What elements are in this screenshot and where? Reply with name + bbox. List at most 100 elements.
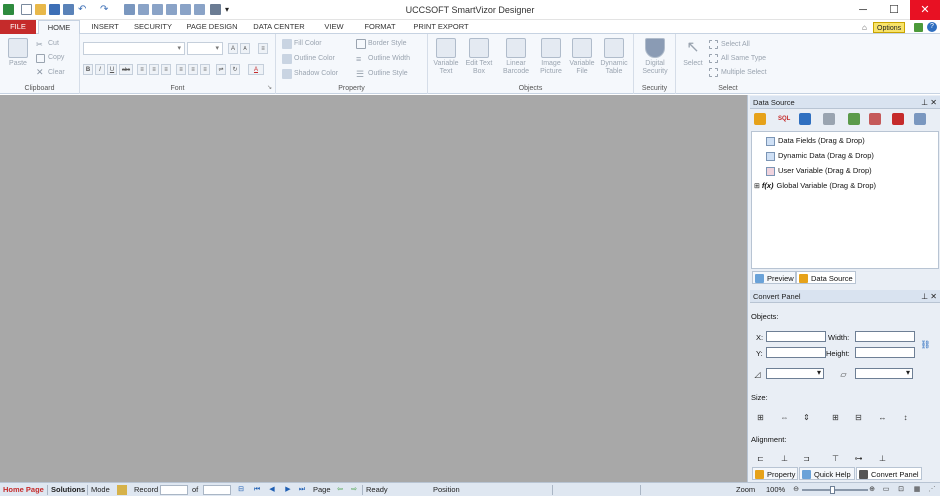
align-bottom-icon[interactable]: ⊥ — [877, 454, 888, 464]
tree-item-user-variable[interactable]: User Variable (Drag & Drop) — [766, 164, 872, 177]
zoom-value[interactable]: 100% — [766, 483, 785, 497]
font-family-select[interactable]: ▾ — [83, 42, 185, 55]
tab-quick-help[interactable]: Quick Help — [799, 467, 855, 480]
align-top-icon[interactable]: ≡ — [176, 64, 186, 75]
tab-security[interactable]: SECURITY — [130, 20, 176, 34]
align-middle-icon[interactable]: ≡ — [188, 64, 198, 75]
maximize-button[interactable]: ☐ — [879, 0, 909, 20]
grow-font-button[interactable]: A — [228, 43, 238, 54]
add-data-icon[interactable] — [848, 113, 860, 125]
align-left-icon[interactable]: ⊏ — [755, 454, 766, 464]
tab-data-source[interactable]: Data Source — [796, 271, 856, 284]
outline-width-button[interactable]: Outline Width — [368, 55, 410, 62]
digital-security-button[interactable]: Digital Security — [638, 38, 672, 76]
zoom-slider-track[interactable] — [802, 489, 868, 491]
mode-label[interactable]: Mode — [91, 483, 110, 497]
edit-mode-icon[interactable] — [117, 485, 127, 495]
shadow-color-button[interactable]: Shadow Color — [294, 70, 338, 77]
skew-select[interactable] — [855, 368, 913, 379]
align-right-icon[interactable]: ⊐ — [801, 454, 812, 464]
solutions-link[interactable]: Solutions — [51, 483, 85, 497]
height-input[interactable] — [855, 347, 915, 358]
same-width-icon[interactable]: ⇔ — [779, 413, 790, 423]
expand-icon[interactable]: ⊞ — [754, 183, 760, 190]
rotate-select[interactable] — [766, 368, 824, 379]
variable-file-button[interactable]: Variable File — [567, 38, 597, 76]
align-center-icon[interactable]: ⊥ — [779, 454, 790, 464]
link-icon[interactable] — [823, 113, 835, 125]
text-rotate-icon[interactable]: ↻ — [230, 64, 240, 75]
minimize-button[interactable]: ─ — [848, 0, 878, 20]
grow-size-icon[interactable]: ⊞ — [830, 413, 841, 423]
pin-close-icon[interactable]: ⊥ ✕ — [921, 96, 937, 109]
cut-button[interactable]: Cut — [48, 40, 59, 47]
same-size-icon[interactable]: ⊞ — [755, 413, 766, 423]
tab-print-export[interactable]: PRINT EXPORT — [410, 20, 472, 34]
database-icon[interactable] — [754, 113, 766, 125]
width-input[interactable] — [855, 331, 915, 342]
bold-button[interactable]: B — [83, 64, 93, 75]
zoom-slider-thumb[interactable] — [830, 486, 835, 494]
outline-style-button[interactable]: Outline Style — [368, 70, 408, 77]
help-icon[interactable]: ? — [927, 22, 937, 32]
tab-preview[interactable]: Preview — [752, 271, 796, 284]
tab-insert[interactable]: INSERT — [84, 20, 126, 34]
zoom-in-icon[interactable]: ⊕ — [868, 486, 876, 494]
copy-button[interactable]: Copy — [48, 54, 64, 61]
multiple-select-button[interactable]: Multiple Select — [721, 69, 767, 76]
horizontal-spacing-icon[interactable]: ↔ — [877, 413, 888, 423]
dynamic-table-button[interactable]: Dynamic Table — [598, 38, 630, 76]
tab-page-design[interactable]: PAGE DESIGN — [182, 20, 242, 34]
vertical-spacing-icon[interactable]: ↕ — [900, 413, 911, 423]
shrink-size-icon[interactable]: ⊟ — [853, 413, 864, 423]
refresh-data-icon[interactable] — [914, 113, 926, 125]
x-input[interactable] — [766, 331, 826, 342]
tab-property[interactable]: Property — [752, 467, 798, 480]
tab-format[interactable]: FORMAT — [358, 20, 402, 34]
font-color-button[interactable]: A — [248, 64, 264, 75]
select-all-button[interactable]: Select All — [721, 41, 750, 48]
grid-view-icon[interactable]: ▦ — [913, 486, 921, 494]
ribbon-collapse-icon[interactable]: ⌂ — [862, 23, 867, 32]
pin-close-icon[interactable]: ⊥ ✕ — [921, 290, 937, 303]
tree-item-data-fields[interactable]: Data Fields (Drag & Drop) — [766, 134, 865, 147]
image-picture-button[interactable]: Image Picture — [535, 38, 567, 76]
options-button[interactable]: Options — [873, 22, 906, 33]
filter-icon[interactable] — [799, 113, 811, 125]
tab-data-center[interactable]: DATA CENTER — [250, 20, 308, 34]
sql-icon[interactable]: SQL — [778, 113, 790, 125]
align-top-icon[interactable]: ⊤ — [830, 454, 841, 464]
fill-color-button[interactable]: Fill Color — [294, 40, 322, 47]
record-input[interactable] — [160, 485, 188, 495]
paste-button[interactable]: Paste — [6, 38, 30, 68]
close-button[interactable]: ✕ — [910, 0, 940, 20]
select-button[interactable]: ↖ Select — [680, 38, 706, 68]
variable-text-button[interactable]: Variable Text — [430, 38, 462, 76]
align-left-icon[interactable]: ≡ — [137, 64, 147, 75]
next-page-icon[interactable]: ▶ — [284, 486, 292, 494]
last-page-icon[interactable]: ⏭ — [298, 486, 306, 494]
align-center-icon[interactable]: ≡ — [149, 64, 159, 75]
tree-item-global-variable[interactable]: ⊞ f(x) Global Variable (Drag & Drop) — [754, 179, 876, 192]
wrap-text-icon[interactable]: ⇌ — [216, 64, 226, 75]
tab-file[interactable]: FILE — [0, 20, 36, 34]
clear-button[interactable]: Clear — [48, 69, 65, 76]
all-same-type-button[interactable]: All Same Type — [721, 55, 766, 62]
theme-icon[interactable] — [914, 23, 923, 32]
underline-button[interactable]: U — [107, 64, 117, 75]
tab-convert-panel[interactable]: Convert Panel — [856, 467, 922, 480]
home-page-link[interactable]: Home Page — [3, 483, 44, 497]
resize-grip-icon[interactable]: ⋰ — [928, 486, 936, 494]
align-bottom-icon[interactable]: ≡ — [200, 64, 210, 75]
page-forward-icon[interactable]: ⇨ — [350, 486, 358, 494]
align-middle-icon[interactable]: ⊶ — [853, 454, 864, 464]
tree-item-dynamic-data[interactable]: Dynamic Data (Drag & Drop) — [766, 149, 874, 162]
font-size-select[interactable]: ▾ — [187, 42, 223, 55]
previous-page-icon[interactable]: ◀ — [268, 486, 276, 494]
zoom-out-icon[interactable]: ⊖ — [792, 486, 800, 494]
fit-width-icon[interactable]: ⊡ — [897, 486, 905, 494]
edit-text-box-button[interactable]: Edit Text Box — [462, 38, 496, 76]
outline-color-button[interactable]: Outline Color — [294, 55, 335, 62]
font-dialog-launcher-icon[interactable]: ↘ — [267, 84, 272, 91]
y-input[interactable] — [766, 347, 826, 358]
